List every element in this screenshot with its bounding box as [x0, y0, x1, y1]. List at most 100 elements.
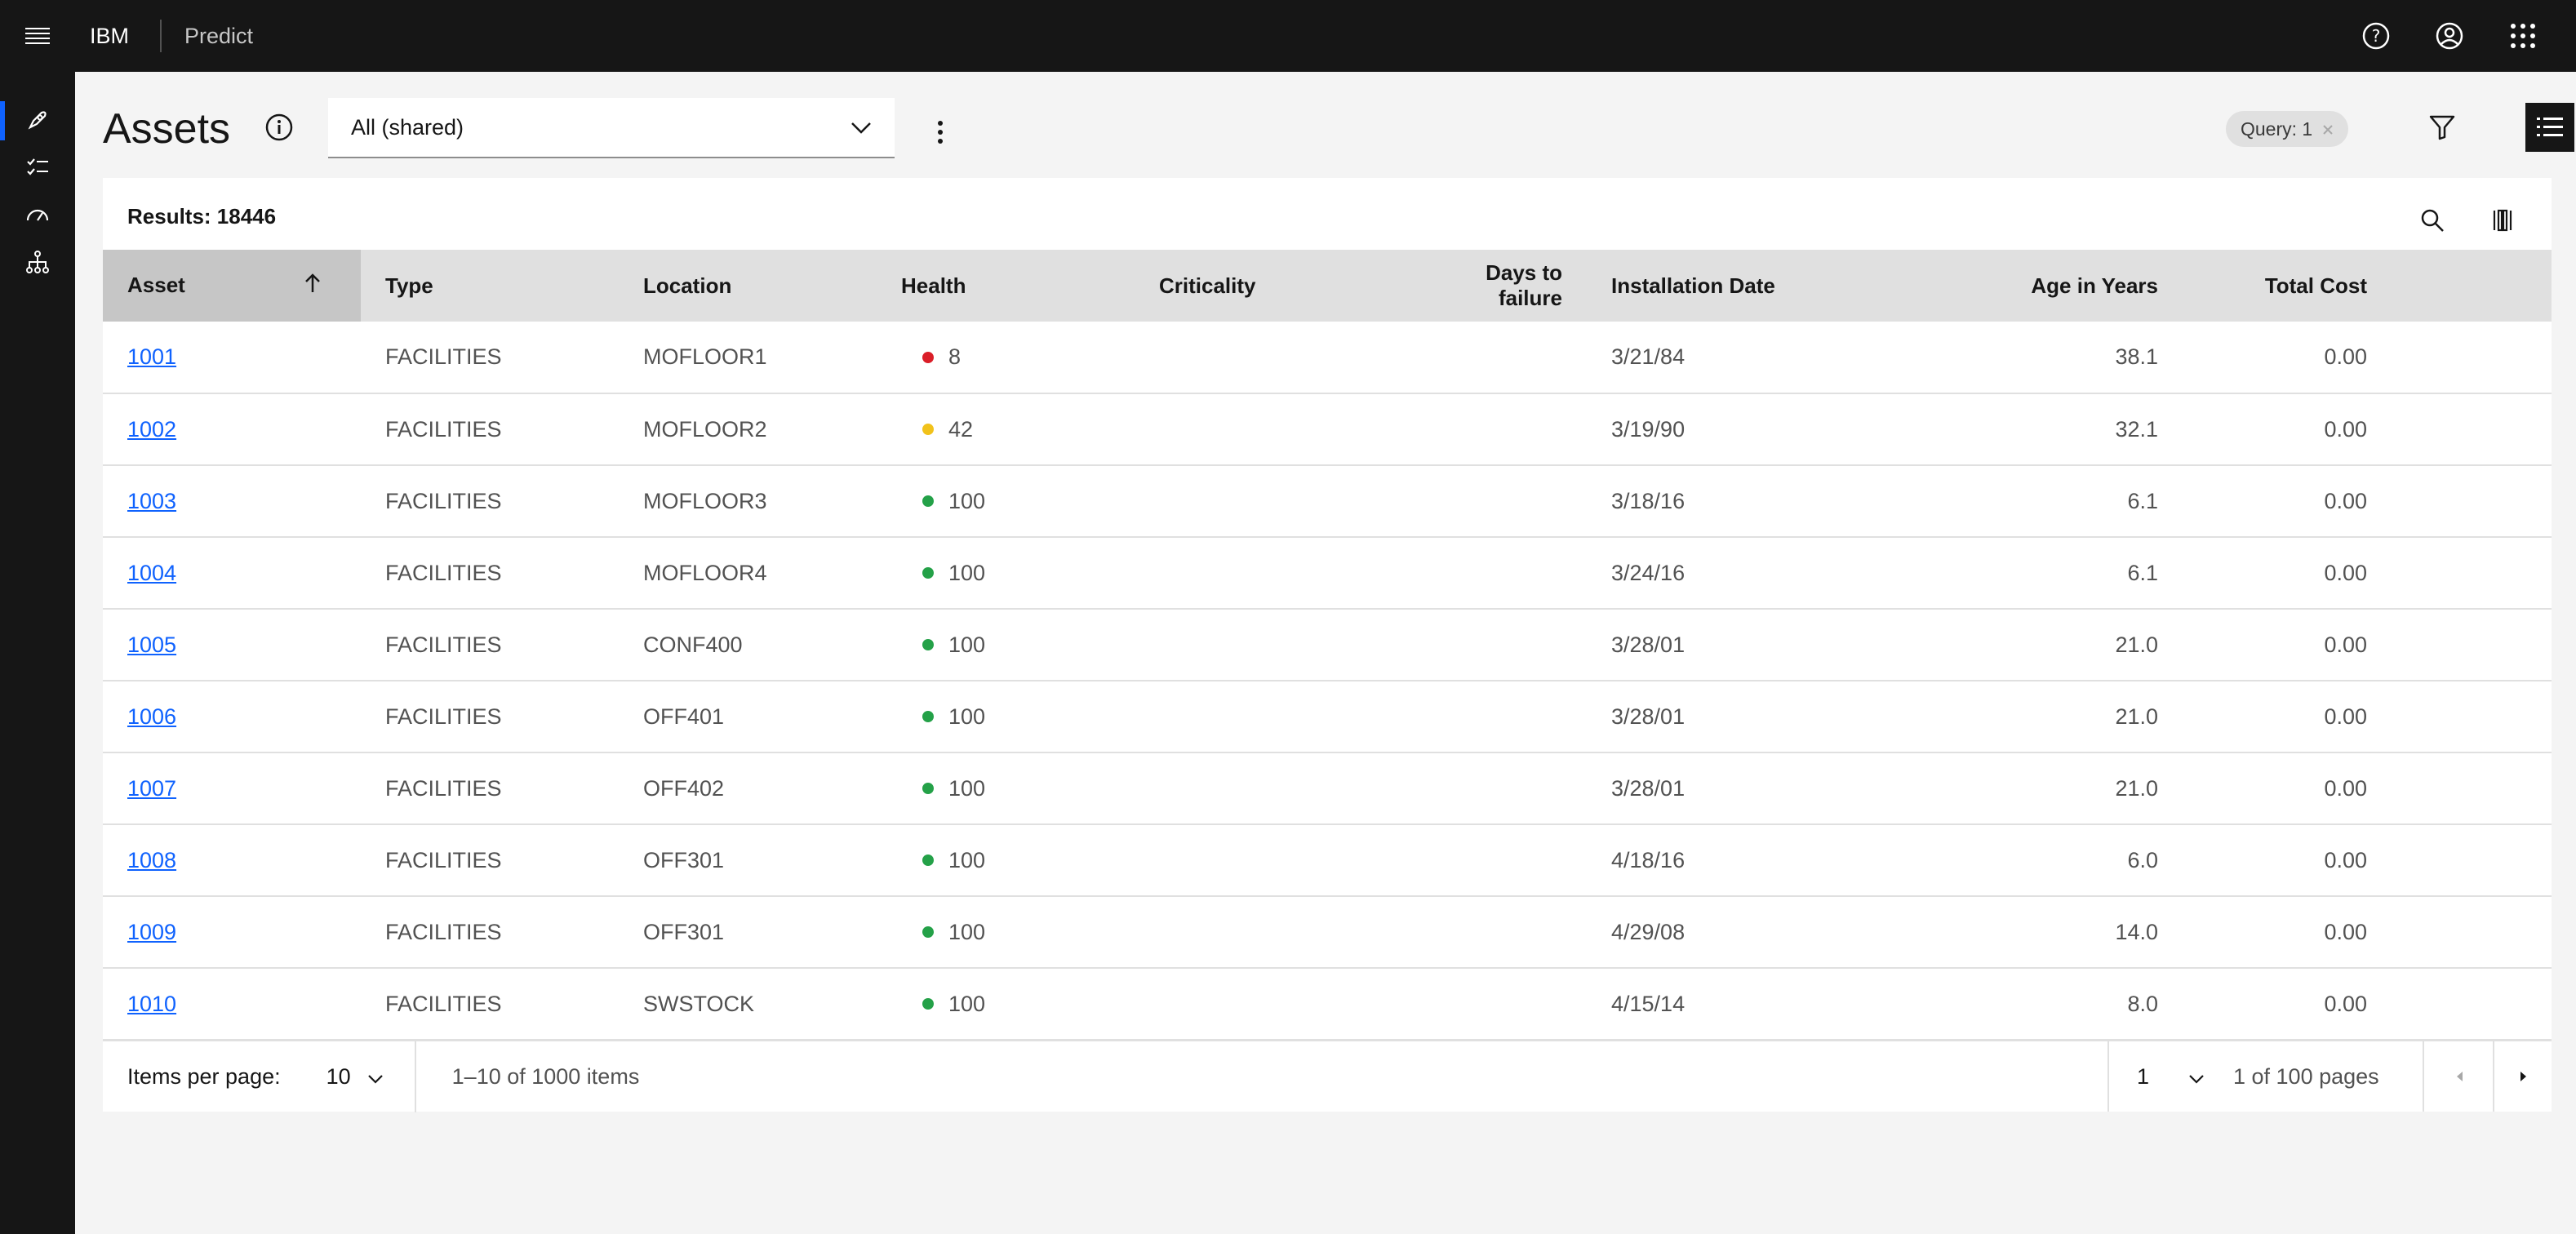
cell-health: 100: [877, 824, 1135, 896]
health-value: 100: [948, 488, 986, 513]
product-name[interactable]: Predict: [184, 24, 253, 49]
overflow-menu-icon[interactable]: [924, 109, 957, 155]
rocket-icon[interactable]: [0, 96, 75, 144]
table-row[interactable]: 1002 FACILITIES MOFLOOR2 42 3/19/90 32.1 0.00: [103, 393, 2552, 465]
items-per-page-select[interactable]: 10: [326, 1064, 384, 1090]
cell-type: FACILITIES: [385, 632, 502, 657]
cell-total-cost: 0.00: [2324, 560, 2367, 585]
column-header-criticality[interactable]: Criticality: [1135, 250, 1392, 322]
query-tag[interactable]: Query: 1: [2226, 111, 2349, 147]
cell-location: OFF402: [643, 775, 725, 801]
view-select-value: All (shared): [351, 114, 464, 140]
cell-criticality: [1135, 609, 1392, 681]
table-row[interactable]: 1010 FACILITIES SWSTOCK 100 4/15/14 8.0 0.00: [103, 968, 2552, 1040]
column-header-days-to-failure[interactable]: Days to failure: [1392, 250, 1587, 322]
table-row[interactable]: 1006 FACILITIES OFF401 100 3/28/01 21.0 0.00: [103, 681, 2552, 752]
cell-age: 6.1: [2127, 560, 2158, 585]
close-icon[interactable]: [2322, 118, 2334, 140]
cell-total-cost: 0.00: [2324, 344, 2367, 369]
side-nav-rail: [0, 72, 75, 1234]
asset-link[interactable]: 1010: [127, 992, 176, 1016]
cell-asset: 1005: [103, 609, 361, 681]
next-page-icon[interactable]: [2493, 1041, 2553, 1112]
asset-link[interactable]: 1005: [127, 633, 176, 657]
column-header-health[interactable]: Health: [877, 250, 1135, 322]
cell-asset: 1009: [103, 896, 361, 968]
asset-link[interactable]: 1007: [127, 776, 176, 801]
table-row[interactable]: 1009 FACILITIES OFF301 100 4/29/08 14.0 0.00: [103, 896, 2552, 968]
column-header-age[interactable]: Age in Years: [1930, 250, 2183, 322]
menu-icon[interactable]: [0, 0, 75, 72]
table-row[interactable]: 1008 FACILITIES OFF301 100 4/18/16 6.0 0.00: [103, 824, 2552, 896]
page-select[interactable]: 1: [2107, 1041, 2205, 1112]
list-view-icon[interactable]: [2525, 103, 2574, 152]
cell-location: OFF301: [643, 919, 725, 944]
cell-spacer: [2392, 537, 2552, 609]
asset-link[interactable]: 1009: [127, 920, 176, 944]
cell-total-cost: 0.00: [2324, 919, 2367, 944]
pager-divider: [414, 1041, 416, 1112]
cell-type: FACILITIES: [385, 416, 502, 442]
health-value: 100: [948, 704, 986, 729]
assets-table-container: Results: 18446 Asset Type Location Healt…: [103, 178, 2552, 1112]
view-select-dropdown[interactable]: All (shared): [328, 98, 895, 158]
brand-name[interactable]: IBM: [90, 24, 129, 49]
column-header-total-cost[interactable]: Total Cost: [2183, 250, 2392, 322]
health-status-dot: [922, 854, 934, 866]
column-header-location[interactable]: Location: [619, 250, 877, 322]
cell-days-to-failure: [1392, 681, 1587, 752]
table-row[interactable]: 1005 FACILITIES CONF400 100 3/28/01 21.0 0.00: [103, 609, 2552, 681]
health-status-dot: [922, 711, 934, 722]
health-value: 100: [948, 847, 986, 872]
main-content: Assets All (shared) Query: 1 Results: 18…: [75, 72, 2576, 1234]
column-header-type[interactable]: Type: [361, 250, 619, 322]
cell-type: FACILITIES: [385, 991, 502, 1016]
health-value: 100: [948, 560, 986, 585]
cell-total-cost: 0.00: [2324, 632, 2367, 657]
cell-location: MOFLOOR3: [643, 488, 767, 513]
column-header-installation-date[interactable]: Installation Date: [1587, 250, 1930, 322]
info-icon[interactable]: [261, 109, 297, 145]
cell-asset: 1006: [103, 681, 361, 752]
gauge-icon[interactable]: [0, 191, 75, 238]
search-icon[interactable]: [2408, 196, 2457, 245]
asset-link[interactable]: 1002: [127, 417, 176, 442]
cell-asset: 1003: [103, 465, 361, 537]
cell-total-cost: 0.00: [2324, 488, 2367, 513]
cell-age: 21.0: [2115, 632, 2158, 657]
cell-location: MOFLOOR4: [643, 560, 767, 585]
items-range: 1–10 of 1000 items: [451, 1063, 640, 1089]
previous-page-icon[interactable]: [2423, 1041, 2494, 1112]
hierarchy-icon[interactable]: [0, 238, 75, 286]
asset-link[interactable]: 1004: [127, 561, 176, 585]
asset-link[interactable]: 1006: [127, 704, 176, 729]
user-icon[interactable]: [2413, 0, 2486, 72]
asset-link[interactable]: 1003: [127, 489, 176, 513]
table-row[interactable]: 1003 FACILITIES MOFLOOR3 100 3/18/16 6.1 0.00: [103, 465, 2552, 537]
cell-installation-date: 4/18/16: [1611, 847, 1686, 872]
help-icon[interactable]: ?: [2339, 0, 2413, 72]
asset-link[interactable]: 1001: [127, 344, 176, 369]
health-status-dot: [922, 998, 934, 1010]
sort-ascending-icon[interactable]: [304, 273, 322, 300]
cell-days-to-failure: [1392, 322, 1587, 393]
app-switcher-icon[interactable]: [2486, 0, 2560, 72]
svg-text:?: ?: [2372, 26, 2381, 46]
cell-criticality: [1135, 968, 1392, 1040]
column-header-asset[interactable]: Asset: [103, 250, 361, 322]
cell-age: 21.0: [2115, 775, 2158, 801]
cell-criticality: [1135, 752, 1392, 824]
checklist-icon[interactable]: [0, 144, 75, 191]
filter-icon[interactable]: [2418, 103, 2467, 152]
cell-total-cost: 0.00: [2324, 847, 2367, 872]
asset-link[interactable]: 1008: [127, 848, 176, 872]
cell-health: 100: [877, 752, 1135, 824]
column-settings-icon[interactable]: [2478, 196, 2527, 245]
cell-type: FACILITIES: [385, 344, 502, 369]
table-row[interactable]: 1001 FACILITIES MOFLOOR1 8 3/21/84 38.1 0.00: [103, 322, 2552, 393]
cell-type: FACILITIES: [385, 847, 502, 872]
table-row[interactable]: 1007 FACILITIES OFF402 100 3/28/01 21.0 0.00: [103, 752, 2552, 824]
health-value: 100: [948, 991, 986, 1016]
table-row[interactable]: 1004 FACILITIES MOFLOOR4 100 3/24/16 6.1 0.00: [103, 537, 2552, 609]
cell-health: 100: [877, 465, 1135, 537]
